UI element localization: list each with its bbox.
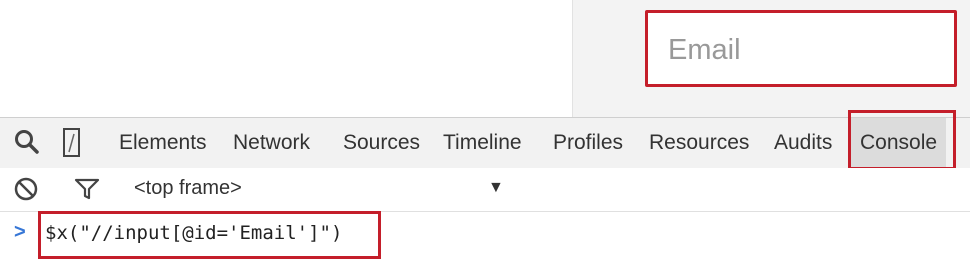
console-toolbar: <top frame> ▼ <box>0 168 970 212</box>
tab-profiles[interactable]: Profiles <box>553 118 623 168</box>
device-mode-icon[interactable] <box>62 127 82 164</box>
tab-timeline[interactable]: Timeline <box>443 118 522 168</box>
search-icon[interactable] <box>13 128 41 161</box>
console-prompt-icon: > <box>14 221 26 243</box>
email-placeholder: Email <box>668 34 741 66</box>
tab-network[interactable]: Network <box>233 118 310 168</box>
tab-resources[interactable]: Resources <box>649 118 749 168</box>
clear-console-icon[interactable] <box>13 176 39 207</box>
email-input[interactable]: Email <box>645 10 957 87</box>
tab-console[interactable]: Console <box>851 118 947 168</box>
chevron-down-icon[interactable]: ▼ <box>488 179 504 197</box>
frame-selector[interactable]: <top frame> <box>134 177 242 200</box>
tab-elements[interactable]: Elements <box>119 118 207 168</box>
tab-sources[interactable]: Sources <box>343 118 420 168</box>
console-command-highlight[interactable]: $x("//input[@id='Email']") <box>38 211 381 259</box>
tab-audits[interactable]: Audits <box>774 118 832 168</box>
console-command[interactable]: $x("//input[@id='Email']") <box>45 222 342 244</box>
filter-icon[interactable] <box>74 177 100 206</box>
devtools-toolbar: Elements Network Sources Timeline Profil… <box>0 117 970 169</box>
